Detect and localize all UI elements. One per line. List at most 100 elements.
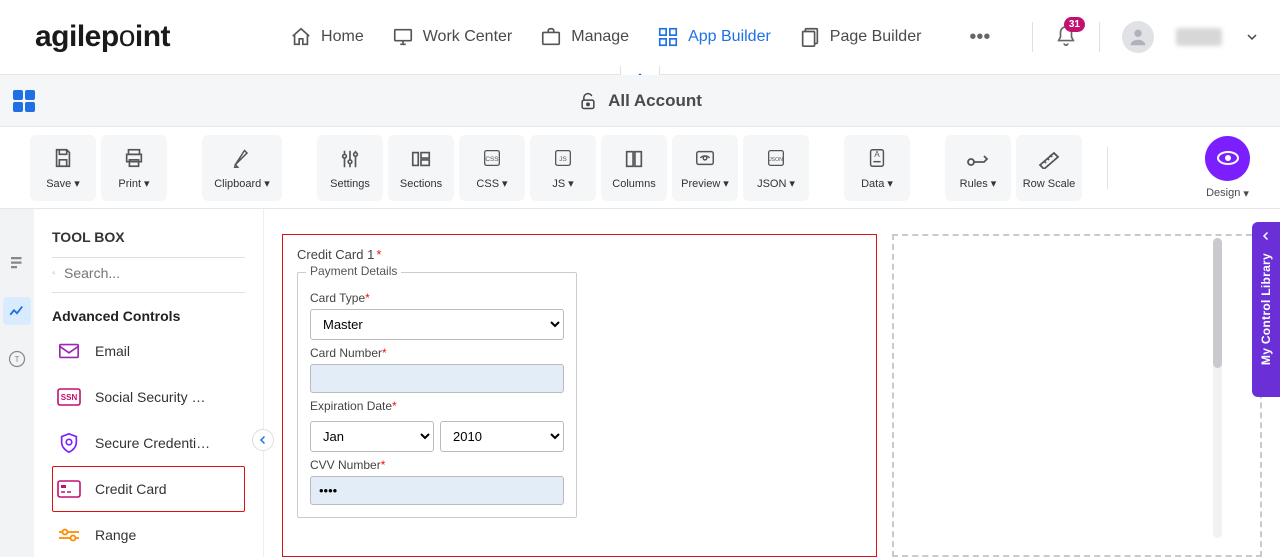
toolbox-item-email[interactable]: Email bbox=[52, 328, 245, 374]
data-icon: A bbox=[866, 147, 888, 169]
chart-icon bbox=[8, 302, 26, 320]
notification-count: 31 bbox=[1064, 17, 1085, 32]
forms-icon bbox=[8, 254, 26, 272]
username bbox=[1176, 28, 1222, 46]
svg-text:T: T bbox=[14, 355, 19, 364]
columns-label: Columns bbox=[612, 178, 655, 190]
account-title: All Account bbox=[608, 91, 702, 111]
search-icon bbox=[52, 264, 56, 282]
js-button[interactable]: JS JS▾ bbox=[530, 135, 596, 201]
save-icon bbox=[52, 147, 74, 169]
item-label: Social Security … bbox=[95, 389, 205, 405]
notifications-button[interactable]: 31 bbox=[1055, 25, 1077, 50]
rail: T bbox=[0, 209, 34, 557]
svg-text:JSON: JSON bbox=[769, 157, 783, 163]
svg-text:A: A bbox=[874, 150, 880, 159]
toolbox-item-secure[interactable]: Secure Credenti… bbox=[52, 420, 245, 466]
eye-icon bbox=[1216, 146, 1240, 170]
nav-app-builder-label: App Builder bbox=[688, 28, 771, 46]
settings-button[interactable]: Settings bbox=[317, 135, 383, 201]
toolbox-item-ssn[interactable]: SSN Social Security … bbox=[52, 374, 245, 420]
toolbox-collapse[interactable] bbox=[252, 429, 274, 451]
settings-label: Settings bbox=[330, 178, 370, 190]
nav-items: Home Work Center Manage App Builder Page… bbox=[290, 26, 990, 49]
card-number-input[interactable] bbox=[310, 364, 564, 393]
nav-more[interactable]: ••• bbox=[969, 26, 990, 49]
scrollbar-thumb[interactable] bbox=[1213, 238, 1222, 368]
exp-month-select[interactable]: Jan bbox=[310, 421, 434, 452]
js-icon: JS bbox=[552, 147, 574, 169]
ssn-icon: SSN bbox=[57, 388, 81, 406]
divider bbox=[1107, 147, 1108, 189]
canvas: Credit Card 1* Payment Details Card Type… bbox=[264, 209, 1280, 557]
account-bar: All Account bbox=[0, 75, 1280, 127]
ruler-icon bbox=[1037, 149, 1061, 169]
unlock-icon bbox=[578, 91, 598, 111]
print-icon bbox=[123, 147, 145, 169]
css-icon: CSS bbox=[481, 147, 503, 169]
search-input[interactable] bbox=[64, 265, 245, 281]
chevron-down-icon[interactable] bbox=[1244, 29, 1260, 45]
css-button[interactable]: CSS CSS▾ bbox=[459, 135, 525, 201]
toolbox-item-range[interactable]: Range bbox=[52, 512, 245, 557]
data-button[interactable]: A Data▾ bbox=[844, 135, 910, 201]
card-type-select[interactable]: Master bbox=[310, 309, 564, 340]
row-scale-button[interactable]: Row Scale bbox=[1016, 135, 1082, 201]
chevron-left-icon bbox=[1260, 230, 1272, 242]
save-label: Save bbox=[46, 178, 71, 190]
toolbox-item-credit-card[interactable]: Credit Card bbox=[52, 466, 245, 512]
sections-button[interactable]: Sections bbox=[388, 135, 454, 201]
rules-label: Rules bbox=[960, 178, 988, 190]
svg-text:JS: JS bbox=[559, 156, 566, 163]
toolbox-search[interactable] bbox=[52, 258, 245, 293]
json-button[interactable]: JSON JSON▾ bbox=[743, 135, 809, 201]
block-title: Credit Card 1 bbox=[297, 247, 374, 262]
clipboard-button[interactable]: Clipboard▾ bbox=[202, 135, 282, 201]
rules-icon bbox=[966, 148, 990, 168]
js-label: JS bbox=[552, 178, 565, 190]
toolbox: TOOL BOX Advanced Controls Email SSN Soc… bbox=[34, 209, 264, 557]
nav-page-builder-label: Page Builder bbox=[830, 28, 922, 46]
sections-icon bbox=[410, 148, 432, 170]
nav-work-center[interactable]: Work Center bbox=[392, 26, 513, 48]
exp-year-select[interactable]: 2010 bbox=[440, 421, 564, 452]
rules-button[interactable]: Rules▾ bbox=[945, 135, 1011, 201]
briefcase-icon bbox=[540, 26, 562, 48]
top-nav: agilepoint Home Work Center Manage App B… bbox=[0, 0, 1280, 75]
ribbon: Save▾ Print▾ Clipboard▾ Settings Section… bbox=[0, 127, 1280, 209]
control-library-panel[interactable]: My Control Library bbox=[1252, 222, 1280, 397]
credit-card-icon bbox=[57, 480, 81, 498]
nav-manage[interactable]: Manage bbox=[540, 26, 629, 48]
design-button[interactable]: Design▾ bbox=[1205, 136, 1250, 200]
app-grid-button[interactable] bbox=[12, 89, 36, 113]
nav-page-builder[interactable]: Page Builder bbox=[799, 26, 922, 48]
print-button[interactable]: Print▾ bbox=[101, 135, 167, 201]
fieldset-legend: Payment Details bbox=[306, 264, 401, 278]
cvv-input[interactable] bbox=[310, 476, 564, 505]
rail-forms[interactable] bbox=[3, 249, 31, 277]
scrollbar[interactable] bbox=[1213, 238, 1222, 538]
divider bbox=[1032, 22, 1033, 52]
nav-app-builder[interactable]: App Builder bbox=[657, 26, 771, 48]
email-icon bbox=[58, 342, 80, 360]
credit-card-block[interactable]: Credit Card 1* Payment Details Card Type… bbox=[282, 234, 877, 557]
save-button[interactable]: Save▾ bbox=[30, 135, 96, 201]
preview-button[interactable]: Preview▾ bbox=[672, 135, 738, 201]
json-label: JSON bbox=[757, 178, 786, 190]
empty-drop-zone[interactable] bbox=[892, 234, 1262, 557]
sliders-icon bbox=[339, 148, 361, 170]
print-label: Print bbox=[118, 178, 141, 190]
data-label: Data bbox=[861, 178, 884, 190]
body: T TOOL BOX Advanced Controls Email SSN S… bbox=[0, 209, 1280, 557]
item-label: Email bbox=[95, 343, 130, 359]
rail-chart[interactable] bbox=[3, 297, 31, 325]
columns-button[interactable]: Columns bbox=[601, 135, 667, 201]
nav-home[interactable]: Home bbox=[290, 26, 364, 48]
columns-icon bbox=[623, 148, 645, 170]
css-label: CSS bbox=[476, 178, 499, 190]
monitor-icon bbox=[392, 26, 414, 48]
nav-manage-label: Manage bbox=[571, 28, 629, 46]
rail-text[interactable]: T bbox=[3, 345, 31, 373]
item-label: Secure Credenti… bbox=[95, 435, 210, 451]
avatar[interactable] bbox=[1122, 21, 1154, 53]
